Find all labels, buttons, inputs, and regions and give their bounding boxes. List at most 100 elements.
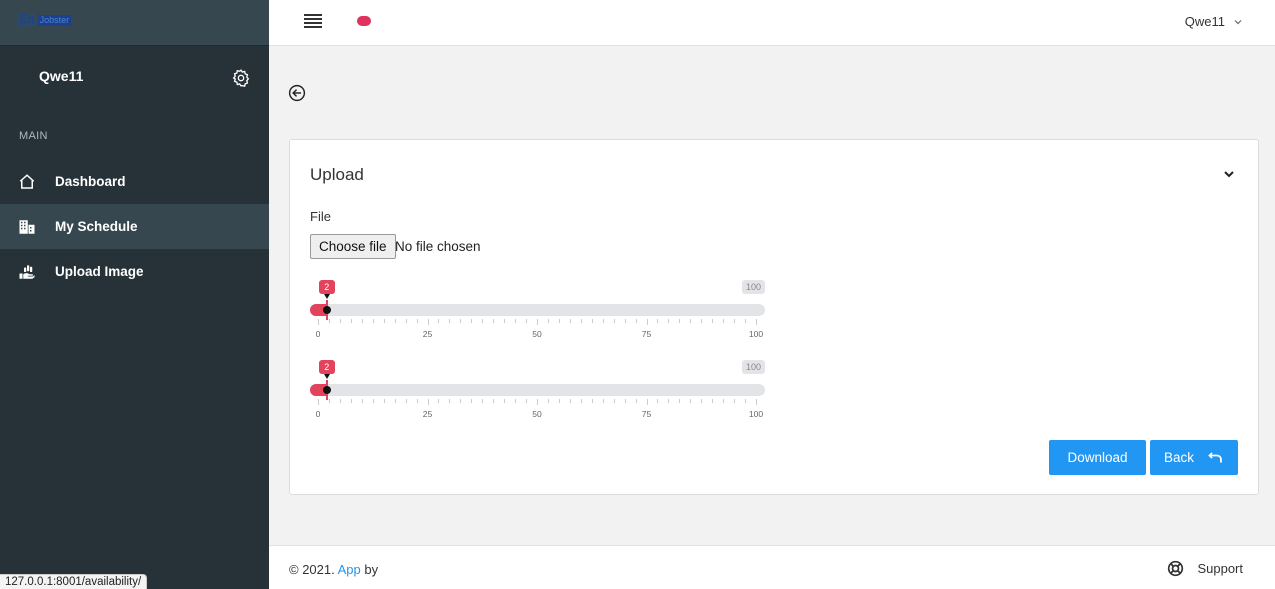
slider-tick: [723, 399, 725, 403]
slider-tick: [416, 319, 418, 323]
card-title: Upload: [310, 165, 364, 184]
support-label: Support: [1197, 561, 1243, 576]
slider-tick: [449, 319, 451, 323]
nav-section-header: MAIN: [19, 130, 48, 142]
slider-tick: [723, 319, 725, 323]
sidebar-nav: Dashboard My Schedule Upload Image: [0, 159, 269, 294]
slider-tick: [526, 399, 528, 403]
slider-tick: [580, 319, 582, 323]
slider-tick: [646, 399, 648, 405]
slider-tick: [558, 399, 560, 403]
sidebar-item-my-schedule[interactable]: My Schedule: [0, 204, 269, 249]
slider-tick: [361, 319, 363, 323]
slider-tick: [602, 399, 604, 403]
slider-tick: [504, 319, 506, 323]
slider-tick: [493, 399, 495, 403]
footer-copyright: © 2021. App by: [289, 562, 378, 577]
slider-tick: [591, 399, 593, 403]
sidebar-item-dashboard[interactable]: Dashboard: [0, 159, 269, 204]
app-link[interactable]: App: [338, 562, 361, 577]
brand-bar: En Jobster: [0, 0, 269, 46]
slider-tick: [449, 399, 451, 403]
slider-tick-label: 100: [748, 409, 764, 419]
slider-tick: [460, 399, 462, 403]
slider-tick: [460, 319, 462, 323]
slider-tick: [394, 399, 396, 403]
slider-tick: [504, 399, 506, 403]
slider-tick: [438, 399, 440, 403]
slider-tick: [493, 319, 495, 323]
slider-tick: [482, 399, 484, 403]
slider-tick: [350, 319, 352, 323]
brand-logo[interactable]: En Jobster: [18, 13, 72, 27]
slider-tick: [515, 399, 517, 403]
sidebar-item-label: Upload Image: [55, 264, 144, 279]
slider-tick: [635, 319, 637, 323]
support-link[interactable]: Support: [1167, 560, 1243, 577]
slider-tick: [328, 399, 330, 403]
slider-tick: [613, 319, 615, 323]
slider-tick: [734, 399, 736, 403]
brand-word: Jobster: [37, 14, 72, 26]
slider-tick: [339, 399, 341, 403]
chevron-down-icon[interactable]: [1222, 167, 1236, 181]
slider-tick: [318, 399, 319, 405]
slider-tick: [591, 319, 593, 323]
slider-tick: [361, 399, 363, 403]
slider-tick: [339, 319, 341, 323]
range-slider-1[interactable]: 2 100 0 25 50 75 100: [310, 280, 765, 340]
slider-tick-label: 25: [422, 329, 433, 339]
home-icon: [18, 173, 36, 191]
slider-tick: [350, 399, 352, 403]
user-menu-label: Qwe11: [1184, 14, 1225, 29]
user-menu[interactable]: Qwe11: [1185, 14, 1243, 29]
status-bar-url: 127.0.0.1:8001/availability/: [0, 574, 148, 589]
menu-icon[interactable]: [304, 14, 322, 28]
slider-tick: [657, 319, 659, 323]
slider-handle[interactable]: [322, 306, 331, 314]
slider-tick: [328, 319, 330, 323]
slider-handle[interactable]: [322, 386, 331, 394]
sidebar: En Jobster Qwe11 MAIN Dashboard My Sched…: [0, 0, 269, 589]
by-text: by: [364, 562, 379, 577]
slider-tick: [646, 319, 648, 325]
slider-tick: [547, 399, 549, 403]
slider-tick: [624, 319, 626, 323]
slider-tick: [602, 319, 604, 323]
slider-tick: [701, 399, 703, 403]
slider-tick: [383, 399, 385, 403]
slider-tick: [668, 399, 670, 403]
slider-tick-label: 75: [641, 409, 652, 419]
back-button[interactable]: Back: [1150, 440, 1238, 475]
range-slider-2[interactable]: 2 100 0 25 50 75 100: [310, 360, 765, 420]
slider-tick: [372, 399, 374, 403]
slider-tick: [756, 399, 757, 405]
slider-tick-label: 75: [641, 329, 652, 339]
sidebar-user-name: Qwe11: [39, 68, 84, 84]
slider-tick-label: 0: [315, 329, 321, 339]
slider-track[interactable]: [310, 384, 765, 396]
slider-tick-label: 50: [532, 329, 542, 339]
slider-value-bubble: 2: [318, 360, 335, 379]
slider-tick: [547, 319, 549, 323]
slider-track[interactable]: [310, 304, 765, 316]
slider-tick: [558, 319, 560, 323]
gear-icon[interactable]: [231, 68, 251, 88]
upload-card: Upload File Choose file No file chosen 2…: [289, 139, 1259, 495]
slider-tick: [383, 319, 385, 323]
slider-tick: [471, 399, 473, 403]
undo-icon: [1208, 451, 1222, 462]
slider-tick: [537, 399, 538, 405]
slider-tick-label: 0: [315, 409, 321, 419]
status-pill: [357, 16, 371, 26]
slider-tick: [438, 319, 440, 323]
back-arrow-icon[interactable]: [288, 84, 306, 102]
slider-tick: [734, 319, 736, 323]
slider-tick: [624, 399, 626, 403]
slider-tick: [537, 319, 538, 325]
slider-tick: [679, 319, 681, 323]
download-button[interactable]: Download: [1049, 440, 1146, 475]
slider-tick-label: 100: [748, 329, 764, 339]
choose-file-button[interactable]: Choose file: [310, 234, 396, 259]
sidebar-item-upload-image[interactable]: Upload Image: [0, 249, 269, 294]
